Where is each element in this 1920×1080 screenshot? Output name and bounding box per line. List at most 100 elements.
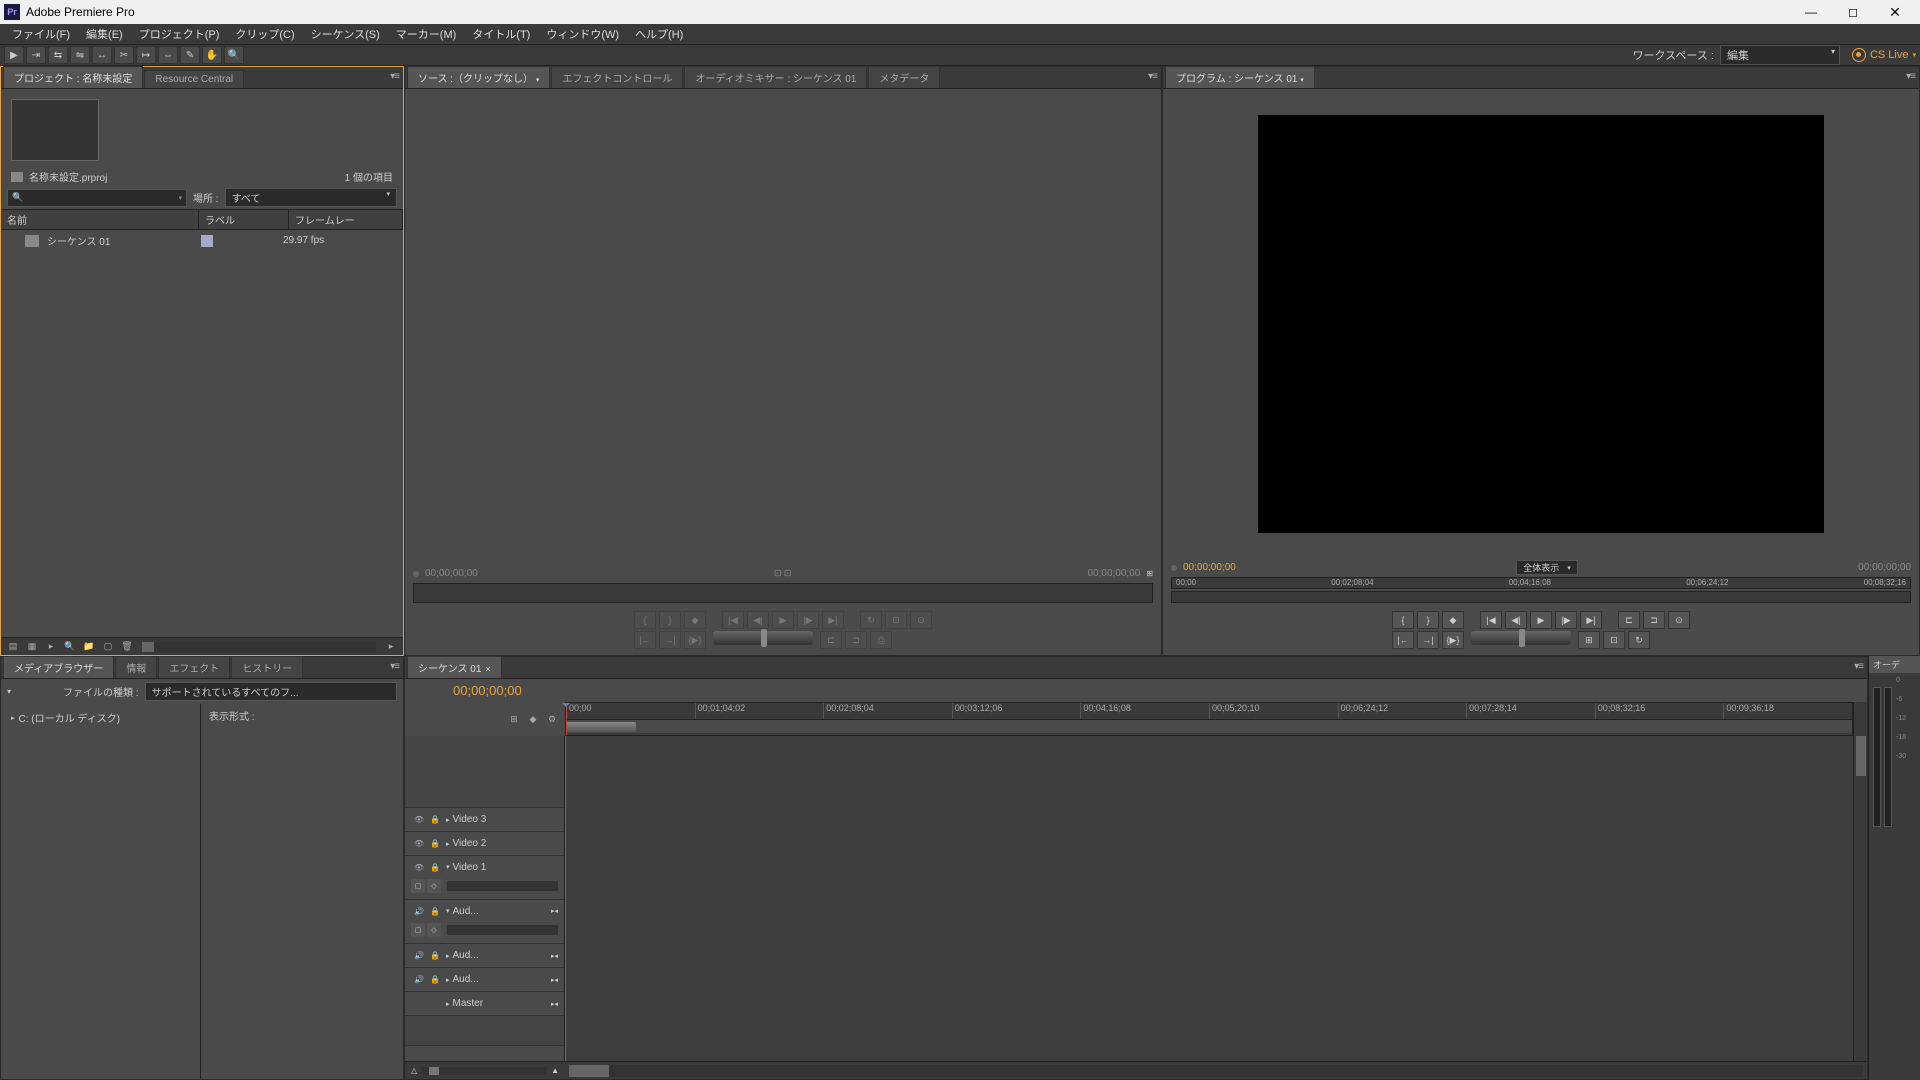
track-audio1[interactable]: 🔊🔒▾Aud...▸◂ ▢◇ — [405, 900, 564, 944]
playhead[interactable] — [566, 703, 567, 735]
speaker-icon[interactable]: 🔊 — [411, 949, 427, 963]
menu-clip[interactable]: クリップ(C) — [227, 24, 302, 44]
slide-tool[interactable]: ⇔ — [158, 46, 178, 64]
slip-tool[interactable]: ↦ — [136, 46, 156, 64]
mark-in-button[interactable]: { — [634, 611, 656, 629]
tab-metadata[interactable]: メタデータ — [868, 66, 940, 88]
lock-icon[interactable]: 🔒 — [427, 904, 443, 918]
tab-effect-controls[interactable]: エフェクトコントロール — [551, 66, 683, 88]
maximize-button[interactable]: ◻ — [1832, 1, 1874, 23]
list-view-button[interactable]: ▤ — [5, 640, 21, 654]
filetype-dropdown[interactable]: サポートされているすべてのフ... — [145, 682, 397, 701]
project-list[interactable]: シーケンス 01 29.97 fps — [1, 230, 403, 637]
go-next-edit-button[interactable]: →| — [1417, 631, 1439, 649]
go-prev-button[interactable]: |← — [634, 631, 656, 649]
program-ruler[interactable]: 00;0000;02;08;0400;04;16;0800;06;24;1200… — [1171, 577, 1911, 589]
safe-margin-button[interactable]: ⊡ — [1603, 631, 1625, 649]
source-timecode-out[interactable]: 00;00;00;00 — [1087, 568, 1140, 579]
extract-button[interactable]: ⊐ — [1643, 611, 1665, 629]
program-timecode-current[interactable]: 00;00;00;00 — [1183, 562, 1236, 573]
source-scrub-bar[interactable] — [413, 583, 1153, 603]
play-button[interactable]: ▶ — [1530, 611, 1552, 629]
workspace-dropdown[interactable]: 編集 — [1720, 45, 1840, 65]
step-back-button[interactable]: ◀| — [1505, 611, 1527, 629]
speaker-icon[interactable]: 🔊 — [411, 973, 427, 987]
track-opt[interactable]: ◇ — [427, 879, 441, 893]
lock-icon[interactable]: 🔒 — [427, 973, 443, 987]
source-timecode-in[interactable]: 00;00;00;00 — [425, 568, 478, 579]
work-area-bar[interactable] — [566, 722, 636, 732]
project-search-input[interactable]: 🔍▾ — [7, 189, 187, 207]
location-dropdown[interactable]: すべて▾ — [225, 188, 397, 207]
lock-icon[interactable]: 🔒 — [427, 860, 443, 874]
panel-menu-icon[interactable]: ▾≡ — [390, 661, 399, 672]
icon-view-button[interactable]: ▦ — [24, 640, 40, 654]
timeline-track-area[interactable] — [565, 736, 1853, 1061]
panel-menu-icon[interactable]: ▾≡ — [1906, 71, 1915, 82]
track-opt[interactable]: ▢ — [411, 923, 425, 937]
close-button[interactable]: ✕ — [1874, 1, 1916, 23]
marker-button[interactable]: ◆ — [1442, 611, 1464, 629]
step-fwd-button[interactable]: |▶ — [797, 611, 819, 629]
menu-help[interactable]: ヘルプ(H) — [627, 24, 691, 44]
playhead-line[interactable] — [565, 736, 566, 1061]
col-label[interactable]: ラベル — [199, 210, 289, 229]
menu-title[interactable]: タイトル(T) — [464, 24, 538, 44]
rate-stretch-tool[interactable]: ↔ — [92, 46, 112, 64]
tab-history[interactable]: ヒストリー — [231, 656, 303, 678]
hand-tool[interactable]: ✋ — [202, 46, 222, 64]
timeline-vscrollbar[interactable] — [1853, 736, 1867, 1061]
safe-margin-button[interactable]: ⊡ — [885, 611, 907, 629]
zoom-out-icon[interactable]: △ — [411, 1066, 417, 1075]
track-master[interactable]: ▸Master▸◂ — [405, 992, 564, 1016]
project-item-row[interactable]: シーケンス 01 29.97 fps — [1, 230, 403, 251]
track-video1[interactable]: 👁🔒▾Video 1 ▢◇ — [405, 856, 564, 900]
play-inout-button[interactable]: {▶} — [1442, 631, 1464, 649]
menu-window[interactable]: ウィンドウ(W) — [538, 24, 627, 44]
project-scrollbar[interactable] — [142, 642, 376, 652]
go-next-button[interactable]: →| — [659, 631, 681, 649]
export-frame-button[interactable]: ⊙ — [1668, 611, 1690, 629]
output-button[interactable]: ↻ — [1628, 631, 1650, 649]
mark-in-button[interactable]: { — [1392, 611, 1414, 629]
track-audio3[interactable]: 🔊🔒▸Aud...▸◂ — [405, 968, 564, 992]
shuttle-slider[interactable] — [713, 631, 813, 645]
speaker-icon[interactable]: 🔊 — [411, 904, 427, 918]
lock-icon[interactable]: 🔒 — [427, 949, 443, 963]
track-opt[interactable]: ▢ — [411, 879, 425, 893]
cs-live-button[interactable]: CS Live▾ — [1852, 48, 1916, 62]
eye-icon[interactable]: 👁 — [411, 813, 427, 827]
menu-file[interactable]: ファイル(F) — [4, 24, 78, 44]
mark-out-button[interactable]: } — [659, 611, 681, 629]
menu-edit[interactable]: 編集(E) — [78, 24, 131, 44]
eye-icon[interactable]: 👁 — [411, 837, 427, 851]
automate-button[interactable]: ▸ — [43, 640, 59, 654]
track-video2[interactable]: 👁🔒▸Video 2 — [405, 832, 564, 856]
tab-resource-central[interactable]: Resource Central — [144, 70, 244, 88]
tab-project[interactable]: プロジェクト : 名称未設定 — [3, 66, 143, 88]
delete-button[interactable]: 🗑 — [119, 640, 135, 654]
overwrite-button[interactable]: ⊐ — [845, 631, 867, 649]
tab-timeline-sequence[interactable]: シーケンス 01× — [407, 656, 502, 678]
tab-media-browser[interactable]: メディアブラウザー — [3, 656, 114, 678]
col-framerate[interactable]: フレームレー — [289, 210, 403, 229]
mark-out-button[interactable]: } — [1417, 611, 1439, 629]
loop-button[interactable]: ↻ — [860, 611, 882, 629]
timeline-ruler[interactable]: 00;0000;01;04;0200;02;08;0400;03;12;0600… — [565, 702, 1853, 736]
lift-button[interactable]: ⊏ — [1618, 611, 1640, 629]
track-audio2[interactable]: 🔊🔒▸Aud...▸◂ — [405, 944, 564, 968]
program-scrub-bar[interactable] — [1171, 591, 1911, 603]
panel-menu-icon[interactable]: ▾≡ — [390, 71, 399, 82]
timeline-timecode[interactable]: 00;00;00;00 — [453, 683, 522, 698]
output-icon[interactable]: ⊞ — [1146, 569, 1153, 578]
insert-button[interactable]: ⊏ — [820, 631, 842, 649]
lock-icon[interactable]: 🔒 — [427, 813, 443, 827]
program-zoom-dropdown[interactable]: 全体表示▾ — [1516, 560, 1578, 575]
item-label-swatch[interactable] — [201, 235, 213, 247]
rolling-edit-tool[interactable]: ⇋ — [70, 46, 90, 64]
panel-menu-icon[interactable]: ▾≡ — [1148, 71, 1157, 82]
zoom-slider[interactable] — [421, 1067, 547, 1075]
eye-icon[interactable]: 👁 — [411, 860, 427, 874]
go-out-button[interactable]: ▶| — [822, 611, 844, 629]
tab-info[interactable]: 情報 — [115, 656, 157, 678]
